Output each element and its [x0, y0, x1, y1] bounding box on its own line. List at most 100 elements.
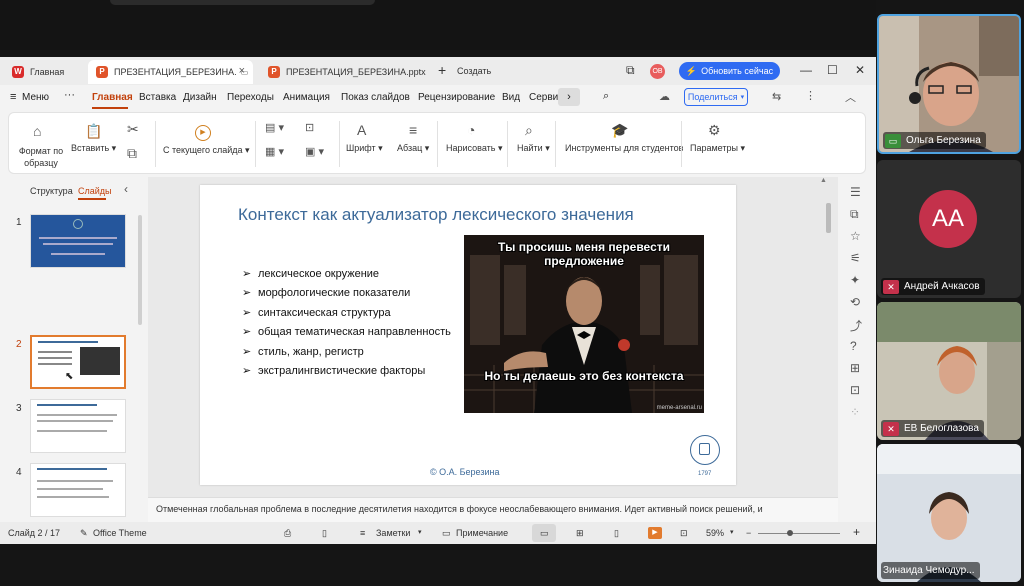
grid-icon[interactable]: ⁘ [850, 405, 860, 419]
notes-icon[interactable]: ≡ [360, 528, 365, 538]
parameters-button[interactable]: Параметры ▾ [690, 143, 745, 154]
notes-pane[interactable]: Отмеченная глобальная проблема в последн… [148, 497, 838, 522]
menu-item-slideshow[interactable]: Показ слайдов [341, 92, 410, 103]
help-icon[interactable]: ? [850, 339, 857, 353]
scroll-up-icon[interactable]: ▲ [820, 177, 827, 184]
slide-thumbnail-4[interactable] [30, 463, 126, 517]
collapse-ribbon-icon[interactable]: ︿ [845, 89, 856, 105]
save-icon[interactable]: ⎙ [284, 528, 291, 539]
cloud-icon[interactable]: ☁ [659, 90, 670, 103]
menu-item-view[interactable]: Вид [502, 92, 520, 103]
format-painter-icon[interactable]: ⌂ [33, 123, 41, 139]
star-icon[interactable]: ☆ [850, 229, 861, 243]
copy-icon[interactable]: ⧉ [127, 145, 137, 162]
chevron-down-icon[interactable]: ▾ [730, 528, 734, 536]
slide-thumbnail-1[interactable] [30, 214, 126, 268]
history-icon[interactable]: ⟲ [850, 295, 860, 309]
notes-button[interactable]: Заметки [376, 528, 410, 538]
menu-item-home[interactable]: Главная [92, 92, 133, 103]
new-tab-label[interactable]: Создать [457, 66, 491, 76]
meme-image[interactable]: Ты просишь меня перевести предложение Но… [464, 235, 704, 413]
reading-view-icon[interactable]: ▯ [614, 528, 619, 539]
zoom-slider-thumb[interactable] [787, 530, 793, 536]
theme-name[interactable]: Office Theme [93, 528, 147, 538]
comment-button[interactable]: Примечание [456, 528, 508, 538]
chevron-right-icon[interactable]: › [558, 88, 580, 106]
shapes-icon[interactable]: ◔ [467, 122, 475, 138]
slide-scrollbar[interactable] [826, 203, 831, 233]
bullet-item[interactable]: ➢ морфологические показатели [242, 286, 410, 299]
paste-icon[interactable]: 📋 [85, 123, 102, 140]
video-tile-zinaida[interactable]: Зинаида Чемодур... [877, 444, 1021, 582]
from-current-slide-button[interactable]: С текущего слайда ▾ [163, 145, 250, 156]
fit-icon[interactable]: ⊡ [680, 528, 688, 539]
menu-item-insert[interactable]: Вставка [139, 92, 176, 103]
minimize-icon[interactable]: — [800, 63, 812, 77]
slide-thumbnail-2-selected[interactable]: ⬉ [30, 335, 126, 389]
bullet-item[interactable]: ➢ экстралингвистические факторы [242, 364, 425, 377]
find-icon[interactable]: ⌕ [525, 122, 533, 139]
play-slideshow-icon[interactable]: ▶ [648, 527, 662, 539]
share-panel-icon[interactable]: ⤴ [850, 317, 862, 334]
menu-button[interactable]: Меню [22, 92, 49, 103]
menu-item-review[interactable]: Рецензирование [418, 92, 495, 103]
close-tab-icon[interactable]: × [239, 65, 245, 77]
slide-sorter-icon[interactable]: ⊞ [576, 528, 584, 539]
tab-slides[interactable]: Слайды [78, 186, 112, 196]
slide-title[interactable]: Контекст как актуализатор лексического з… [238, 203, 638, 227]
format-painter-button[interactable]: Формат по образцу [15, 145, 67, 169]
zoom-slider[interactable] [758, 533, 840, 534]
graduation-cap-icon[interactable]: 🎓 [611, 122, 628, 139]
menu-item-transitions[interactable]: Переходы [227, 92, 274, 103]
zoom-in-icon[interactable]: + [853, 525, 860, 539]
crop-icon[interactable]: ⊡ [850, 383, 860, 397]
bullet-item[interactable]: ➢ стиль, жанр, регистр [242, 345, 364, 358]
window-restore-icon[interactable]: ⧉ [626, 63, 635, 78]
tab-home[interactable]: W Главная [4, 60, 84, 84]
share-button[interactable]: Поделиться ▾ [684, 88, 748, 106]
video-tile-beloglazova[interactable]: ✕ ЕВ Белоглазова [877, 302, 1021, 440]
table-icon[interactable]: ⊞ [850, 361, 860, 375]
find-button[interactable]: Найти ▾ [517, 143, 550, 154]
cut-icon[interactable]: ✂ [127, 121, 139, 138]
tab-structure[interactable]: Структура [30, 186, 73, 196]
palette-icon[interactable]: ✎ [80, 528, 88, 539]
new-slide-icon[interactable]: ▤ ▾ [265, 121, 284, 134]
panel-scrollbar[interactable] [138, 215, 142, 325]
font-button[interactable]: Шрифт ▾ [346, 143, 383, 154]
search-icon[interactable]: ⌕ [603, 90, 609, 103]
menu-item-services[interactable]: Серви [529, 92, 558, 103]
menu-item-animation[interactable]: Анимация [283, 92, 330, 103]
draw-button[interactable]: Нарисовать ▾ [446, 143, 502, 154]
avatar[interactable]: OB [650, 64, 665, 79]
more-options-icon[interactable]: ⋮ [805, 89, 816, 102]
hamburger-panel-icon[interactable]: ☰ [850, 185, 861, 199]
new-tab-plus-icon[interactable]: + [438, 62, 446, 78]
play-icon[interactable]: ▶ [195, 125, 211, 141]
bullet-item[interactable]: ➢ синтаксическая структура [242, 306, 391, 319]
device-icon[interactable]: ▯ [322, 528, 327, 539]
menu-item-design[interactable]: Дизайн [183, 92, 217, 103]
zoom-out-icon[interactable]: − [746, 528, 751, 538]
more-icon[interactable]: ··· [64, 89, 75, 101]
layout-slide-icon[interactable]: ▦ ▾ [265, 145, 284, 158]
settings-slider-icon[interactable]: ⚟ [850, 251, 861, 265]
video-tile-olga[interactable]: ▭ Ольга Березина [877, 14, 1021, 154]
update-now-button[interactable]: ⚡ Обновить сейчас [679, 62, 780, 80]
font-icon[interactable]: A [357, 122, 366, 138]
bullet-item[interactable]: ➢ лексическое окружение [242, 267, 379, 280]
student-tools-button[interactable]: Инструменты для студентов [565, 143, 683, 153]
transform-icon[interactable]: ⧉ [850, 207, 859, 222]
maximize-icon[interactable]: ☐ [827, 63, 838, 77]
comment-icon[interactable]: ▭ [442, 528, 451, 539]
animation-icon[interactable]: ✦ [850, 273, 860, 287]
copyright-text[interactable]: © О.А. Березина [430, 467, 500, 477]
hamburger-icon[interactable]: ≡ [10, 91, 16, 103]
video-tile-andrey[interactable]: AA ✕ Андрей Ачкасов [877, 160, 1021, 298]
layout-icon[interactable]: ⇆ [772, 90, 781, 103]
zoom-level[interactable]: 59% [706, 528, 724, 538]
chevron-down-icon[interactable]: ▾ [418, 528, 422, 536]
bullet-item[interactable]: ➢ общая тематическая направленность [242, 325, 451, 338]
close-window-icon[interactable]: ✕ [855, 63, 865, 77]
slide[interactable]: Контекст как актуализатор лексического з… [200, 185, 736, 485]
